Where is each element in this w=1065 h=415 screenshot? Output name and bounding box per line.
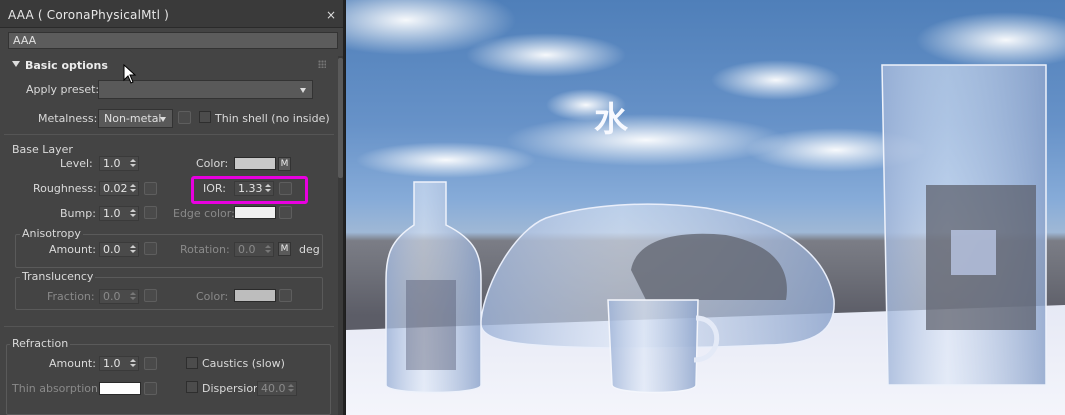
caustics-label: Caustics (slow) bbox=[202, 357, 285, 370]
thin-shell-label: Thin shell (no inside) bbox=[215, 112, 330, 125]
fraction-label: Fraction: bbox=[47, 290, 95, 303]
spinner-arrows-icon[interactable] bbox=[129, 157, 137, 170]
rotation-map-button[interactable]: M bbox=[278, 242, 291, 256]
base-layer-title: Base Layer bbox=[12, 143, 73, 156]
metalness-label: Metalness: bbox=[38, 112, 98, 125]
refraction-group bbox=[6, 344, 331, 415]
roughness-map-button[interactable] bbox=[144, 182, 157, 195]
dispersion-label: Dispersion bbox=[202, 382, 261, 395]
rollout-title: Basic options bbox=[25, 59, 108, 72]
thin-absorption-swatch[interactable] bbox=[99, 382, 141, 395]
refraction-amount-map-button[interactable] bbox=[144, 357, 157, 370]
refraction-amount-value: 1.0 bbox=[103, 357, 121, 370]
fraction-value: 0.0 bbox=[103, 290, 121, 303]
bump-value: 1.0 bbox=[103, 207, 121, 220]
panel-title: AAA ( CoronaPhysicalMtl ) bbox=[8, 8, 169, 22]
chevron-down-icon bbox=[160, 117, 166, 122]
bump-label: Bump: bbox=[60, 207, 96, 220]
spinner-arrows-icon[interactable] bbox=[129, 243, 137, 256]
edge-color-label: Edge color: bbox=[173, 207, 235, 220]
translucency-color-swatch[interactable] bbox=[234, 289, 276, 302]
render-image bbox=[346, 0, 1065, 415]
fraction-spinner[interactable]: 0.0 bbox=[99, 289, 139, 304]
fraction-map-button[interactable] bbox=[144, 289, 157, 302]
rotation-spinner[interactable]: 0.0 bbox=[234, 242, 274, 257]
metalness-value: Non-metal bbox=[104, 112, 162, 125]
bump-spinner[interactable]: 1.0 bbox=[99, 206, 139, 221]
base-color-swatch[interactable] bbox=[234, 157, 276, 170]
anisotropy-title: Anisotropy bbox=[20, 227, 83, 240]
ior-highlight-box bbox=[191, 176, 308, 204]
drag-grip-icon[interactable] bbox=[318, 60, 326, 68]
apply-preset-label: Apply preset: bbox=[26, 83, 100, 96]
level-label: Level: bbox=[60, 157, 93, 170]
mouse-cursor-icon bbox=[123, 64, 137, 84]
render-viewport: 水 bbox=[346, 0, 1065, 415]
translucency-color-label: Color: bbox=[196, 290, 229, 303]
roughness-label: Roughness: bbox=[33, 182, 97, 195]
rotation-unit-label: deg bbox=[299, 243, 320, 256]
material-name-field[interactable] bbox=[8, 32, 338, 49]
chevron-down-icon bbox=[300, 88, 306, 93]
bump-map-button[interactable] bbox=[144, 206, 157, 219]
divider bbox=[4, 326, 334, 327]
color-map-button[interactable]: M bbox=[278, 157, 291, 171]
thin-shell-checkbox[interactable] bbox=[199, 111, 211, 123]
anisotropy-amount-spinner[interactable]: 0.0 bbox=[99, 242, 139, 257]
level-value: 1.0 bbox=[103, 157, 121, 170]
basic-options-rollout-header[interactable]: Basic options bbox=[4, 55, 334, 76]
scrollbar-thumb[interactable] bbox=[338, 58, 343, 178]
collapse-arrow-icon[interactable] bbox=[12, 61, 20, 67]
edge-color-swatch[interactable] bbox=[234, 206, 276, 219]
thin-absorption-map-button[interactable] bbox=[144, 382, 157, 395]
caustics-checkbox[interactable] bbox=[186, 357, 198, 369]
anisotropy-amount-label: Amount: bbox=[49, 243, 96, 256]
metalness-dropdown[interactable]: Non-metal bbox=[98, 109, 173, 128]
glass-cup bbox=[607, 299, 699, 394]
material-editor-panel: AAA ( CoronaPhysicalMtl ) × Basic option… bbox=[0, 0, 345, 415]
divider bbox=[4, 134, 334, 135]
translucency-title: Translucency bbox=[20, 270, 96, 283]
dispersion-spinner[interactable]: 40.0 bbox=[257, 381, 297, 396]
roughness-spinner[interactable]: 0.02 bbox=[99, 181, 139, 196]
close-icon[interactable]: × bbox=[325, 9, 337, 21]
refraction-amount-label: Amount: bbox=[49, 357, 96, 370]
dispersion-value: 40.0 bbox=[261, 382, 286, 395]
spinner-arrows-icon[interactable] bbox=[264, 243, 272, 256]
anisotropy-amount-map-button[interactable] bbox=[144, 242, 157, 255]
spinner-arrows-icon[interactable] bbox=[129, 357, 137, 370]
rotation-label: Rotation: bbox=[180, 243, 230, 256]
anisotropy-amount-value: 0.0 bbox=[103, 243, 121, 256]
render-overlay-text: 水 bbox=[594, 100, 628, 140]
spinner-arrows-icon[interactable] bbox=[129, 207, 137, 220]
level-spinner[interactable]: 1.0 bbox=[99, 156, 139, 171]
metalness-map-button[interactable] bbox=[178, 111, 191, 124]
refraction-amount-spinner[interactable]: 1.0 bbox=[99, 356, 139, 371]
translucency-color-map-button[interactable] bbox=[279, 289, 292, 302]
panel-title-bar: AAA ( CoronaPhysicalMtl ) × bbox=[0, 0, 343, 28]
spinner-arrows-icon[interactable] bbox=[129, 182, 137, 195]
refraction-title: Refraction bbox=[10, 337, 71, 350]
roughness-value: 0.02 bbox=[103, 182, 128, 195]
color-label: Color: bbox=[196, 157, 229, 170]
thin-absorption-label: Thin absorption: bbox=[12, 382, 102, 395]
rotation-value: 0.0 bbox=[238, 243, 256, 256]
edge-color-map-button[interactable] bbox=[279, 206, 292, 219]
spinner-arrows-icon[interactable] bbox=[287, 382, 295, 395]
spinner-arrows-icon[interactable] bbox=[129, 290, 137, 303]
dispersion-checkbox[interactable] bbox=[186, 381, 198, 393]
